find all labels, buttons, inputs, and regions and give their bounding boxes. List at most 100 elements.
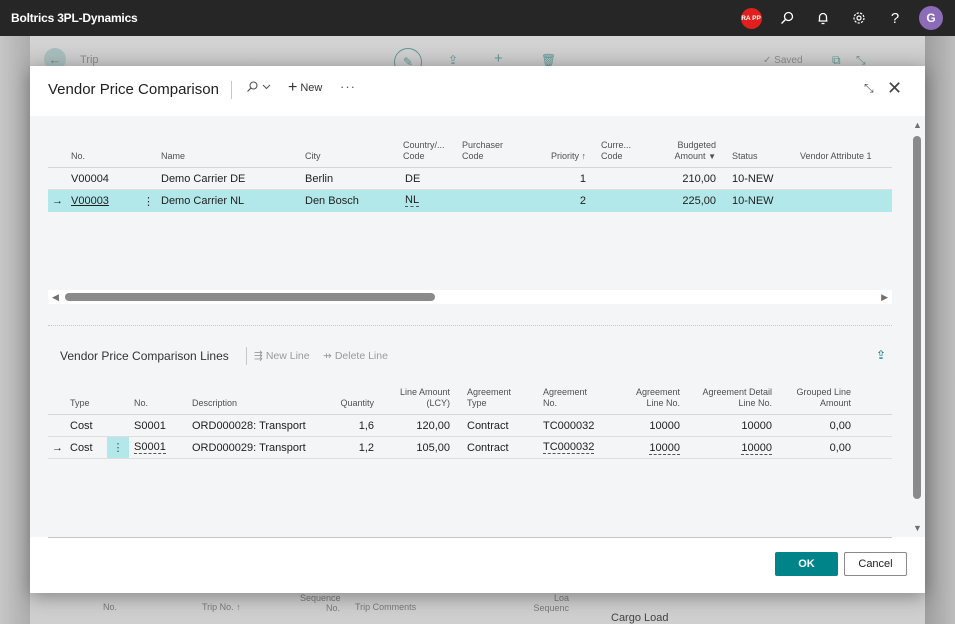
column-header-vendor-attribute-1[interactable]: Vendor Attribute 1: [800, 151, 872, 162]
horizontal-scrollbar[interactable]: ◀ ▶: [48, 290, 892, 304]
vertical-scroll-thumb[interactable]: [913, 136, 921, 499]
vendor-priority: 1: [579, 173, 586, 185]
cancel-button[interactable]: Cancel: [844, 552, 907, 576]
line-quantity: 1,6: [358, 420, 374, 432]
column-header-agreement-type[interactable]: Agreement Type: [467, 387, 519, 409]
line-type[interactable]: Cost: [70, 442, 93, 454]
line-no: S0001: [134, 420, 166, 432]
user-avatar-button[interactable]: G: [913, 0, 949, 36]
dialog-title: Vendor Price Comparison: [48, 81, 219, 98]
column-header-no[interactable]: No.: [134, 398, 148, 409]
notifications-button[interactable]: [805, 0, 841, 36]
vendor-budgeted-amount: 225,00: [682, 195, 716, 207]
line-amount: 105,00: [416, 442, 450, 454]
line-description: ORD000028: Transport: [192, 420, 306, 432]
line-agreement-line-no[interactable]: 10000: [628, 442, 680, 455]
row-selected-arrow-icon: →: [52, 442, 63, 454]
table-row-selected[interactable]: → V00003 ⋮ Demo Carrier NL Den Bosch NL …: [48, 190, 892, 212]
lines-toolbar: Vendor Price Comparison Lines ⇶ New Line…: [48, 346, 892, 366]
scroll-down-arrow-icon[interactable]: ▼: [913, 523, 922, 533]
vendor-no-link[interactable]: V00003: [71, 195, 109, 207]
line-description: ORD000029: Transport: [192, 442, 306, 454]
collapse-icon[interactable]: ⤡: [864, 81, 874, 96]
row-actions-button[interactable]: ⋮: [107, 437, 129, 458]
column-header-budgeted-amount[interactable]: Budgeted Amount ▼: [660, 140, 716, 162]
help-icon: ?: [890, 9, 900, 27]
new-button[interactable]: + New: [288, 79, 323, 96]
column-header-name[interactable]: Name: [161, 151, 185, 162]
column-header-type[interactable]: Type: [70, 398, 90, 409]
agreement-line-no-value: 10000: [649, 442, 680, 455]
table-row-selected[interactable]: → Cost ⋮ S0001 ORD000029: Transport 1,2 …: [48, 437, 892, 459]
column-header-agreement-no[interactable]: Agreement No.: [543, 387, 595, 409]
column-header-currency-code[interactable]: Curre... Code: [601, 140, 635, 162]
bell-icon: [818, 12, 828, 25]
agreement-detail-line-no-value: 10000: [741, 442, 772, 455]
column-header-agreement-line-no[interactable]: Agreement Line No.: [628, 387, 680, 409]
more-options-button[interactable]: ···: [340, 79, 356, 94]
column-header-priority[interactable]: Priority ↑: [538, 151, 586, 162]
column-header-grouped-line-amount[interactable]: Grouped Line Amount: [788, 387, 851, 409]
vendor-country[interactable]: NL: [405, 195, 420, 207]
lines-section-title: Vendor Price Comparison Lines: [60, 349, 229, 363]
column-header-no[interactable]: No.: [71, 151, 85, 162]
share-icon[interactable]: ⇪: [448, 53, 458, 67]
plus-icon: +: [288, 79, 298, 96]
help-button[interactable]: ?: [877, 0, 913, 36]
bg-column-trip-no: Trip No. ↑: [202, 602, 241, 612]
column-header-description[interactable]: Description: [192, 398, 237, 409]
scroll-right-arrow-icon[interactable]: ▶: [881, 292, 888, 303]
vertical-scrollbar[interactable]: ▲ ▼: [911, 116, 925, 537]
vendor-no-link[interactable]: V00004: [71, 173, 109, 185]
bg-column-no: No.: [103, 602, 118, 612]
ok-button[interactable]: OK: [775, 552, 838, 576]
line-grouped-amount: 0,00: [829, 442, 851, 454]
scroll-up-arrow-icon[interactable]: ▲: [913, 120, 922, 130]
saved-status: ✓ Saved: [763, 55, 803, 66]
vendor-city: Berlin: [305, 173, 334, 185]
vendor-price-comparison-dialog: Vendor Price Comparison + New ··· ⤡ ✕ No…: [30, 66, 925, 593]
scroll-left-arrow-icon[interactable]: ◀: [52, 292, 59, 303]
divider: [231, 81, 232, 99]
background-page-title: Trip: [80, 54, 99, 66]
delete-line-button[interactable]: ⇸ Delete Line: [323, 350, 388, 362]
trash-icon[interactable]: 🗑: [541, 53, 556, 67]
column-header-city[interactable]: City: [305, 151, 321, 162]
lines-table: Type No. Description Quantity Line Amoun…: [48, 372, 892, 459]
plus-icon[interactable]: +: [494, 50, 503, 67]
vendor-budgeted-amount: 210,00: [682, 173, 716, 185]
row-actions-kebab-icon[interactable]: ⋮: [143, 195, 154, 208]
background-left-pane: [0, 36, 30, 624]
column-header-purchaser-code[interactable]: Purchaser Code: [462, 140, 506, 162]
column-header-line-amount[interactable]: Line Amount (LCY): [388, 387, 450, 409]
divider: [246, 347, 247, 365]
filter-icon: ▼: [708, 152, 716, 161]
settings-button[interactable]: [841, 0, 877, 36]
vendor-priority: 2: [579, 195, 586, 207]
bg-column-load-sequence: Loa Sequenc: [533, 593, 569, 613]
close-icon[interactable]: ✕: [887, 78, 902, 99]
column-header-agreement-detail-line-no[interactable]: Agreement Detail Line No.: [696, 387, 772, 409]
new-line-button[interactable]: ⇶ New Line: [254, 350, 310, 362]
vendor-status: 10-NEW: [732, 173, 774, 185]
vendor-table-header: No. Name City Country/... Code Purchaser…: [48, 126, 892, 168]
table-row[interactable]: Cost S0001 ORD000028: Transport 1,6 120,…: [48, 415, 892, 437]
line-no[interactable]: S0001: [134, 442, 166, 454]
horizontal-scroll-thumb[interactable]: [65, 293, 435, 301]
search-button[interactable]: [246, 81, 271, 93]
new-label: New: [300, 82, 323, 94]
column-header-quantity[interactable]: Quantity: [318, 398, 374, 409]
line-agreement-detail-line-no[interactable]: 10000: [696, 442, 772, 455]
line-quantity: 1,2: [358, 442, 374, 454]
share-icon[interactable]: ⇪: [876, 348, 886, 362]
column-header-country-code[interactable]: Country/... Code: [403, 140, 451, 162]
line-agreement-no[interactable]: TC000032: [543, 442, 595, 454]
column-header-status[interactable]: Status: [732, 151, 758, 162]
cargo-load-label: Cargo Load: [611, 612, 669, 624]
avatar: G: [919, 6, 943, 30]
company-badge-button[interactable]: RA PP: [733, 0, 769, 36]
dialog-header: Vendor Price Comparison + New ··· ⤡ ✕: [30, 66, 925, 116]
table-row[interactable]: V00004 Demo Carrier DE Berlin DE 1 210,0…: [48, 168, 892, 190]
line-agreement-line-no: 10000: [649, 420, 680, 432]
search-button[interactable]: [769, 0, 805, 36]
